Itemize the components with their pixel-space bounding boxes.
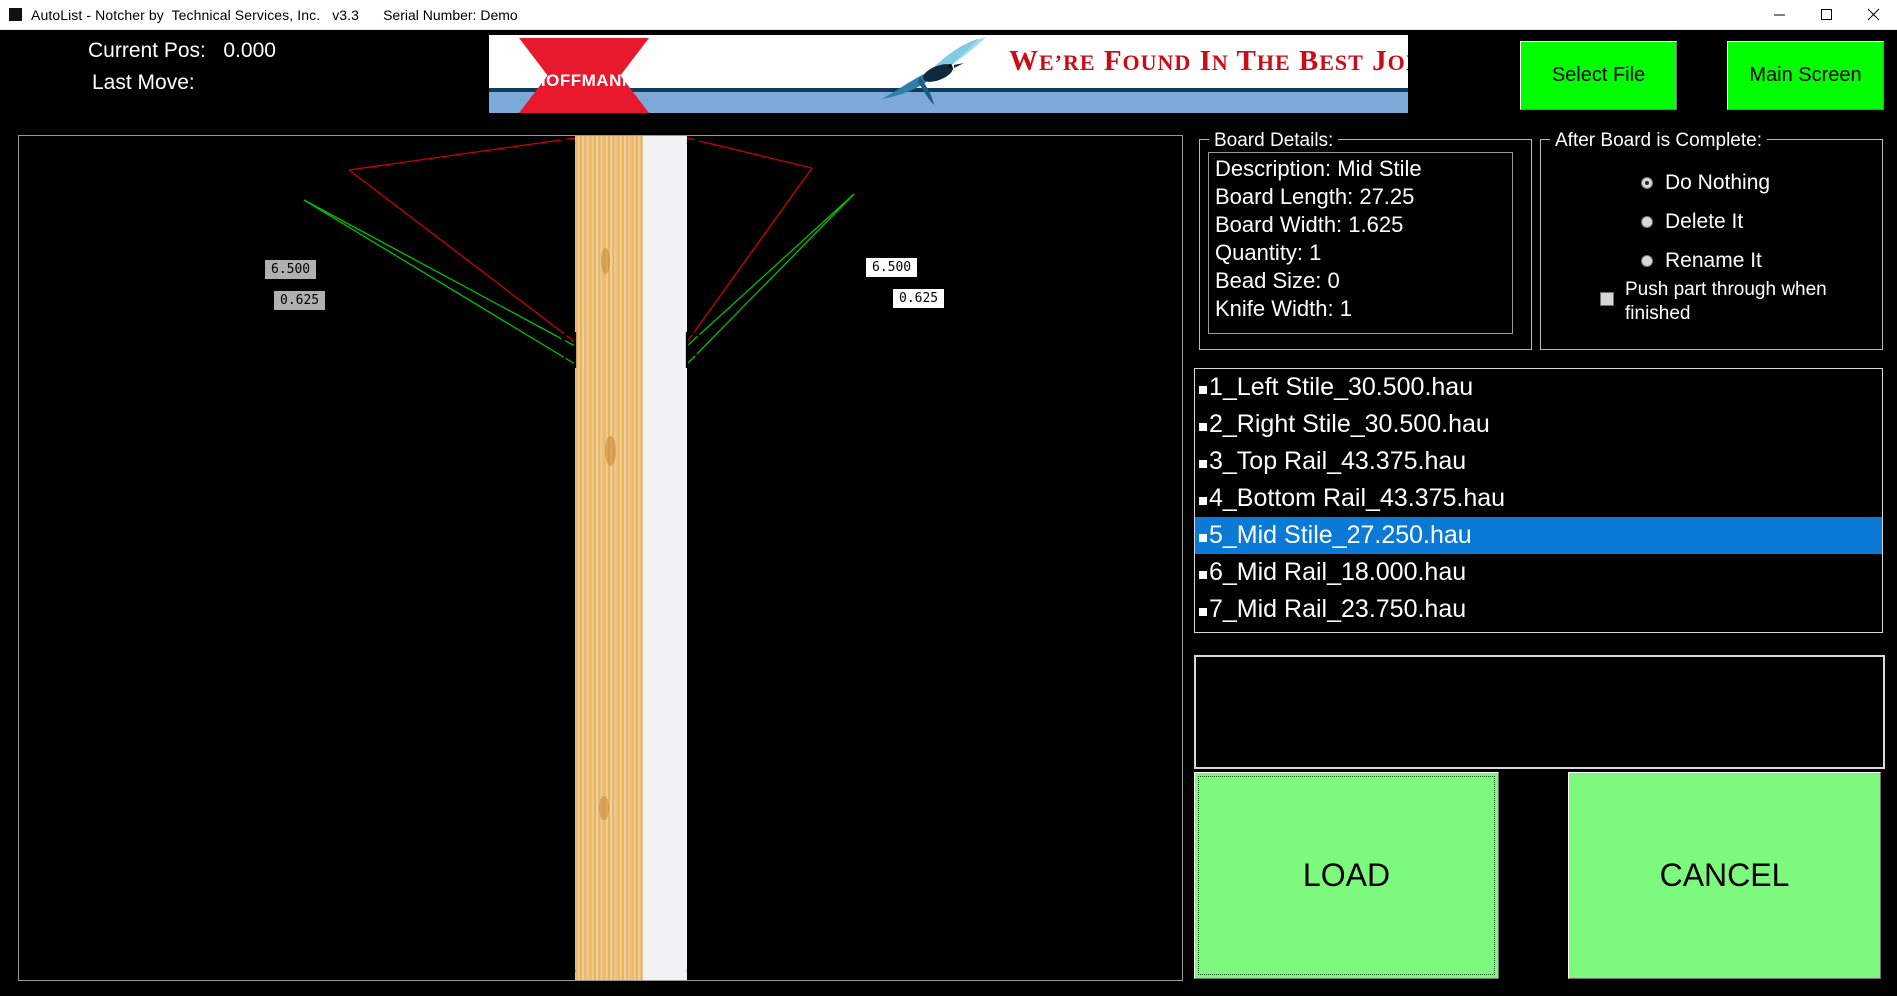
list-item-bullet-icon	[1199, 607, 1207, 616]
list-item-label: 3_Top Rail_43.375.hau	[1209, 447, 1467, 475]
list-item-bullet-icon	[1199, 385, 1207, 394]
radio-do-nothing-indicator-icon[interactable]	[1641, 177, 1653, 189]
list-item[interactable]: 6_Mid Rail_18.000.hau	[1195, 554, 1882, 591]
push-part-through-checkbox-row[interactable]: Push part through when finished	[1600, 278, 1865, 326]
right-red-dimension-lines	[686, 137, 813, 343]
current-position-readout: Current Pos: 0.000	[88, 39, 276, 62]
radio-delete-it-indicator-icon[interactable]	[1641, 216, 1653, 228]
left-green-dimension-lines	[303, 199, 576, 365]
list-item-label: 6_Mid Rail_18.000.hau	[1209, 558, 1467, 586]
select-file-button[interactable]: Select File	[1520, 41, 1677, 110]
dimension-label-right-offset: 0.625	[892, 288, 946, 309]
list-item[interactable]: 2_Right Stile_30.500.hau	[1195, 406, 1882, 443]
list-item-label: 1_Left Stile_30.500.hau	[1209, 373, 1474, 401]
detail-knife-width: Knife Width: 1	[1215, 296, 1352, 321]
list-item-label: 4_Bottom Rail_43.375.hau	[1209, 484, 1506, 512]
file-list[interactable]: 1_Left Stile_30.500.hau 2_Right Stile_30…	[1194, 368, 1883, 633]
slogan-est: EST	[1319, 50, 1364, 75]
list-item-bullet-icon	[1199, 533, 1207, 542]
left-red-dimension-lines	[348, 137, 576, 343]
list-item-bullet-icon	[1199, 422, 1207, 431]
board-top-edge-marks	[558, 136, 704, 146]
serial-number-label: Serial Number: Demo	[383, 6, 518, 23]
cancel-button[interactable]: CANCEL	[1568, 772, 1881, 979]
slogan-t: T	[1236, 45, 1257, 77]
list-item-bullet-icon	[1199, 496, 1207, 505]
after-board-complete-group: After Board is Complete: Do Nothing Dele…	[1540, 130, 1883, 350]
dimension-label-left-offset: 0.625	[273, 290, 327, 311]
load-button-label: LOAD	[1302, 857, 1391, 893]
detail-bead-size: Bead Size: 0	[1215, 268, 1340, 293]
radio-do-nothing-label: Do Nothing	[1665, 171, 1771, 194]
bird-icon	[882, 37, 986, 105]
banner-slogan: WE’RE FOUND IN THE BEST JOINTS!	[1009, 45, 1408, 78]
diagram-vector-overlay	[303, 136, 855, 974]
dimension-label-right-length: 6.500	[865, 257, 919, 278]
last-move-readout: Last Move:	[92, 71, 195, 94]
right-green-dimension-lines	[686, 193, 855, 365]
board-details-content: Description: Mid Stile Board Length: 27.…	[1208, 152, 1513, 334]
detail-description: Description: Mid Stile	[1215, 156, 1422, 181]
detail-board-length: Board Length: 27.25	[1215, 184, 1415, 209]
list-item-selected[interactable]: 5_Mid Stile_27.250.hau	[1195, 517, 1882, 554]
radio-rename-it-label: Rename It	[1665, 249, 1762, 272]
list-item[interactable]: 3_Top Rail_43.375.hau	[1195, 443, 1882, 480]
list-item-bullet-icon	[1199, 570, 1207, 579]
slogan-w: W	[1009, 45, 1039, 77]
cancel-button-label: CANCEL	[1659, 857, 1790, 893]
maximize-icon[interactable]	[1803, 0, 1850, 29]
list-item-bullet-icon	[1199, 459, 1207, 468]
list-item[interactable]: 4_Bottom Rail_43.375.hau	[1195, 480, 1882, 517]
slogan-n: N	[1211, 50, 1229, 75]
push-part-through-label: Push part through when finished	[1625, 279, 1827, 324]
load-button[interactable]: LOAD	[1194, 772, 1499, 979]
board-details-legend: Board Details:	[1209, 130, 1339, 152]
slogan-f: F	[1103, 45, 1123, 77]
application-window: AutoList - Notcher by Technical Services…	[0, 0, 1897, 996]
radio-delete-it-label: Delete It	[1665, 210, 1744, 233]
list-item-label: 5_Mid Stile_27.250.hau	[1209, 521, 1472, 549]
title-bar: AutoList - Notcher by Technical Services…	[0, 0, 1897, 30]
list-item-label: 2_Right Stile_30.500.hau	[1209, 410, 1490, 438]
list-item[interactable]: 7_Mid Rail_23.750.hau	[1195, 591, 1882, 628]
slogan-oints: OINTS!	[1387, 50, 1408, 75]
window-title: AutoList - Notcher by Technical Services…	[31, 6, 360, 23]
minimize-icon[interactable]	[1756, 0, 1803, 29]
dimension-label-left-length: 6.500	[264, 259, 318, 280]
slogan-ere: E’RE	[1039, 50, 1096, 75]
detail-board-width: Board Width: 1.625	[1215, 212, 1404, 237]
close-icon[interactable]	[1850, 0, 1897, 29]
slogan-i: I	[1199, 45, 1212, 77]
detail-quantity: Quantity: 1	[1215, 240, 1322, 265]
after-board-legend: After Board is Complete:	[1550, 130, 1767, 152]
radio-delete-it[interactable]: Delete It	[1641, 210, 1743, 234]
slogan-j: J	[1372, 45, 1388, 77]
list-item-label: 7_Mid Rail_23.750.hau	[1209, 595, 1467, 623]
board-bottom-edge-marks	[556, 960, 706, 974]
message-box	[1194, 655, 1885, 769]
push-part-through-checkbox[interactable]	[1600, 292, 1614, 306]
app-icon	[9, 8, 22, 21]
hoffmann-banner: HOFFMANN WE’RE FOUND IN THE BEST JOINTS!	[489, 35, 1408, 113]
board-diagram-panel[interactable]: 6.500 0.625 6.500 0.625	[18, 135, 1183, 981]
slogan-b: B	[1298, 45, 1320, 77]
main-screen-button[interactable]: Main Screen	[1727, 41, 1884, 110]
radio-rename-it[interactable]: Rename It	[1641, 249, 1762, 273]
board-details-group: Board Details: Description: Mid Stile Bo…	[1199, 130, 1532, 350]
radio-do-nothing[interactable]: Do Nothing	[1641, 171, 1770, 195]
list-item[interactable]: 1_Left Stile_30.500.hau	[1195, 369, 1882, 406]
slogan-ound: OUND	[1122, 50, 1192, 75]
radio-rename-it-indicator-icon[interactable]	[1641, 255, 1653, 267]
hoffmann-brand-label: HOFFMANN	[533, 71, 635, 90]
slogan-he: HE	[1256, 50, 1291, 75]
